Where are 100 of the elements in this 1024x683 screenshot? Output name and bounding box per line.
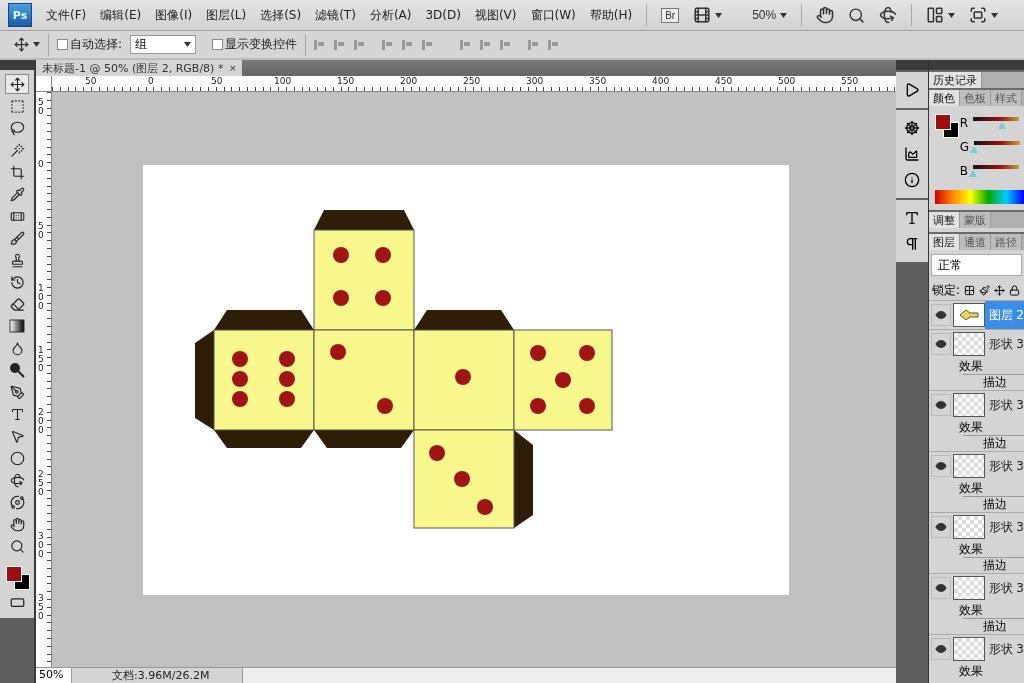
layer-thumbnail	[952, 393, 985, 417]
ruler-label: 150	[337, 76, 355, 86]
panel-tab[interactable]: 样式	[991, 90, 1022, 106]
layer-name[interactable]: 形状 3	[984, 574, 1024, 602]
lock-icon[interactable]	[1009, 284, 1021, 296]
layer-name[interactable]: 形状 3	[984, 391, 1024, 419]
tool-preset-button[interactable]	[14, 37, 40, 52]
panel-tab[interactable]: 历史记录	[929, 72, 982, 88]
layer-name[interactable]: 形状 3	[984, 513, 1024, 541]
app-logo[interactable]: Ps	[8, 3, 32, 27]
caret-icon	[780, 12, 788, 18]
info-icon[interactable]	[904, 172, 920, 188]
channel-label: G	[959, 140, 969, 154]
lock-label: 锁定:	[932, 281, 961, 299]
effects-label: 效果	[958, 663, 984, 679]
character-icon[interactable]	[904, 210, 920, 226]
type-icon	[9, 406, 25, 422]
bridge-button[interactable]: Br	[661, 7, 680, 23]
layout-icon	[926, 6, 945, 24]
layer-name[interactable]: 形状 3	[984, 330, 1024, 358]
eye-icon[interactable]	[931, 577, 951, 599]
panel-tab[interactable]: 蒙版	[960, 212, 991, 228]
eye-icon[interactable]	[931, 394, 951, 416]
auto-select-checkbox[interactable]: 自动选择:	[57, 36, 123, 53]
rotate-view-icon[interactable]	[879, 6, 898, 24]
hand-icon[interactable]	[816, 6, 835, 24]
panel-tab[interactable]: 调整	[929, 212, 960, 228]
zoom-dropdown[interactable]: 50%	[752, 8, 788, 22]
caret-icon	[715, 12, 723, 18]
document-tab[interactable]: 未标题-1 @ 50% (图层 2, RGB/8) * ×	[36, 60, 242, 76]
eye-icon[interactable]	[931, 455, 951, 477]
eraser-icon	[9, 296, 25, 312]
layer-thumbnail	[952, 454, 985, 478]
ruler-label: 50	[211, 76, 223, 86]
menu-item[interactable]: 3D(D)	[425, 8, 461, 22]
lock-position-icon[interactable]	[994, 284, 1006, 296]
paragraph-icon[interactable]	[904, 236, 920, 252]
layer-thumbnail	[952, 637, 985, 661]
ruler-label: 400	[652, 76, 670, 86]
menu-item[interactable]: 视图(V)	[474, 6, 517, 24]
eye-icon[interactable]	[931, 516, 951, 538]
zoom-field[interactable]: 50%	[36, 668, 71, 683]
effects-label: 效果	[958, 602, 984, 618]
blend-mode-field[interactable]: 正常	[931, 254, 1022, 276]
layer-thumbnail	[952, 332, 985, 356]
orbit-icon	[9, 494, 25, 510]
menu-item[interactable]: 图层(L)	[206, 6, 247, 24]
horizontal-scrollbar[interactable]	[242, 668, 896, 683]
rotate-3d-icon	[9, 472, 25, 488]
search-icon[interactable]	[848, 6, 866, 24]
panel-tab[interactable]: 色板	[960, 90, 991, 106]
move-tool[interactable]	[5, 74, 29, 94]
channel-label: B	[959, 164, 968, 178]
menu-item[interactable]: 分析(A)	[369, 6, 412, 24]
navigator-icon[interactable]	[904, 120, 920, 136]
color-swatches[interactable]	[4, 564, 30, 590]
slider-thumb[interactable]	[968, 170, 977, 177]
panel-tab[interactable]: 颜色	[929, 90, 960, 106]
lock-paint-icon[interactable]	[979, 284, 991, 296]
lock-transparency-icon[interactable]	[964, 284, 976, 296]
arrange-button[interactable]	[926, 6, 956, 24]
panel-tab[interactable]: 通道	[960, 234, 991, 250]
histogram-icon[interactable]	[904, 146, 920, 162]
layer-thumbnail	[952, 515, 985, 539]
slider-thumb[interactable]	[970, 146, 978, 153]
color-swatches[interactable]	[933, 112, 956, 138]
layer-thumbnail	[952, 576, 985, 600]
play-icon[interactable]	[904, 82, 920, 98]
screen-mode-button[interactable]	[969, 6, 999, 24]
menu-item[interactable]: 文件(F)	[46, 6, 87, 24]
close-button[interactable]: ×	[229, 62, 236, 74]
menu-item[interactable]: 帮助(H)	[589, 6, 633, 24]
menu-item[interactable]: 滤镜(T)	[315, 6, 356, 24]
menu-item[interactable]: 选择(S)	[260, 6, 302, 24]
menu-item[interactable]: 编辑(E)	[100, 6, 142, 24]
layer-name[interactable]: 形状 3	[984, 635, 1024, 663]
dodge-icon	[9, 362, 25, 378]
extras-button[interactable]	[693, 6, 723, 24]
effect-item: 描边	[963, 374, 1024, 390]
ruler-label: 100	[274, 76, 292, 86]
pointer-icon	[9, 428, 25, 444]
layer-name[interactable]: 形状 3	[984, 452, 1024, 480]
ruler-label: 50	[85, 76, 97, 86]
ruler-label: 350	[38, 594, 44, 621]
effects-label: 效果	[958, 419, 984, 435]
lasso-icon	[9, 120, 25, 136]
panel-tab[interactable]: 图层	[929, 234, 960, 250]
menu-item[interactable]: 窗口(W)	[530, 6, 576, 24]
eye-icon[interactable]	[931, 638, 951, 660]
effect-item: 描边	[963, 496, 1024, 512]
panel-tab[interactable]: 路径	[991, 234, 1022, 250]
eye-icon[interactable]	[931, 304, 951, 326]
effects-label: 效果	[958, 480, 984, 496]
show-transform-checkbox[interactable]: 显示变换控件	[212, 36, 298, 53]
film-icon	[693, 6, 712, 24]
color-spectrum[interactable]	[935, 190, 1024, 204]
slider-thumb[interactable]	[998, 122, 1006, 129]
eye-icon[interactable]	[931, 333, 951, 355]
menu-item[interactable]: 图像(I)	[155, 6, 193, 24]
auto-select-dropdown[interactable]: 组	[130, 35, 197, 54]
